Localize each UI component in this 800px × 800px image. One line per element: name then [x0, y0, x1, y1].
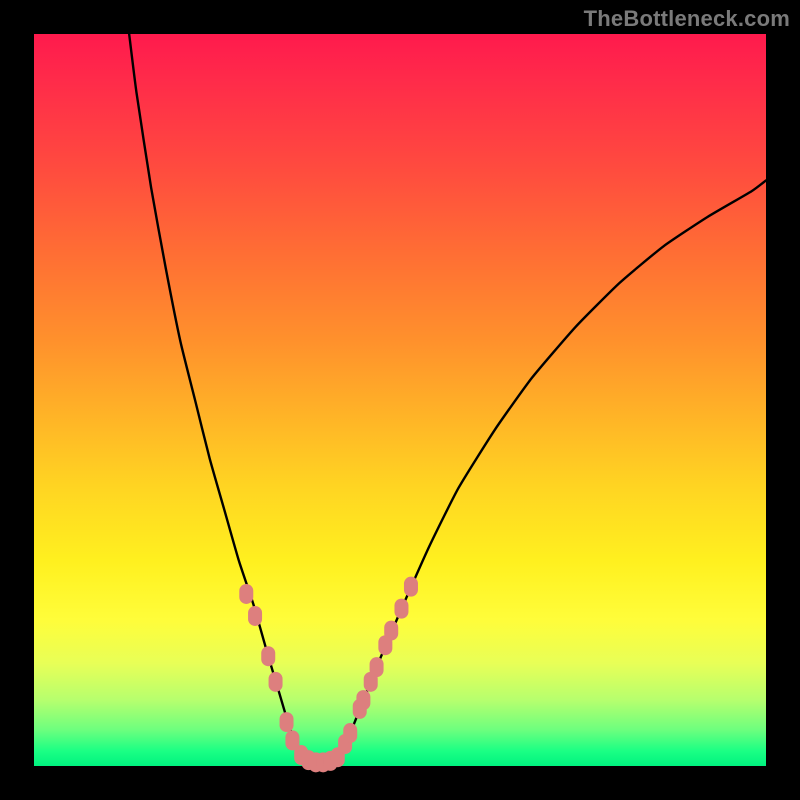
marker-dot: [343, 723, 357, 743]
plot-area: [34, 34, 766, 766]
marker-dot: [261, 646, 275, 666]
marker-dot: [394, 599, 408, 619]
curve-svg: [34, 34, 766, 766]
marker-dot: [356, 690, 370, 710]
marker-dot: [239, 584, 253, 604]
series-right-branch: [338, 180, 766, 757]
marker-dot: [384, 621, 398, 641]
marker-dot: [404, 577, 418, 597]
watermark-text: TheBottleneck.com: [584, 6, 790, 32]
marker-dots-group: [239, 577, 418, 773]
curve-lines-group: [129, 34, 766, 762]
marker-dot: [370, 657, 384, 677]
marker-dot: [269, 672, 283, 692]
marker-dot: [280, 712, 294, 732]
marker-dot: [248, 606, 262, 626]
chart-frame: TheBottleneck.com: [0, 0, 800, 800]
series-left-branch: [129, 34, 301, 755]
